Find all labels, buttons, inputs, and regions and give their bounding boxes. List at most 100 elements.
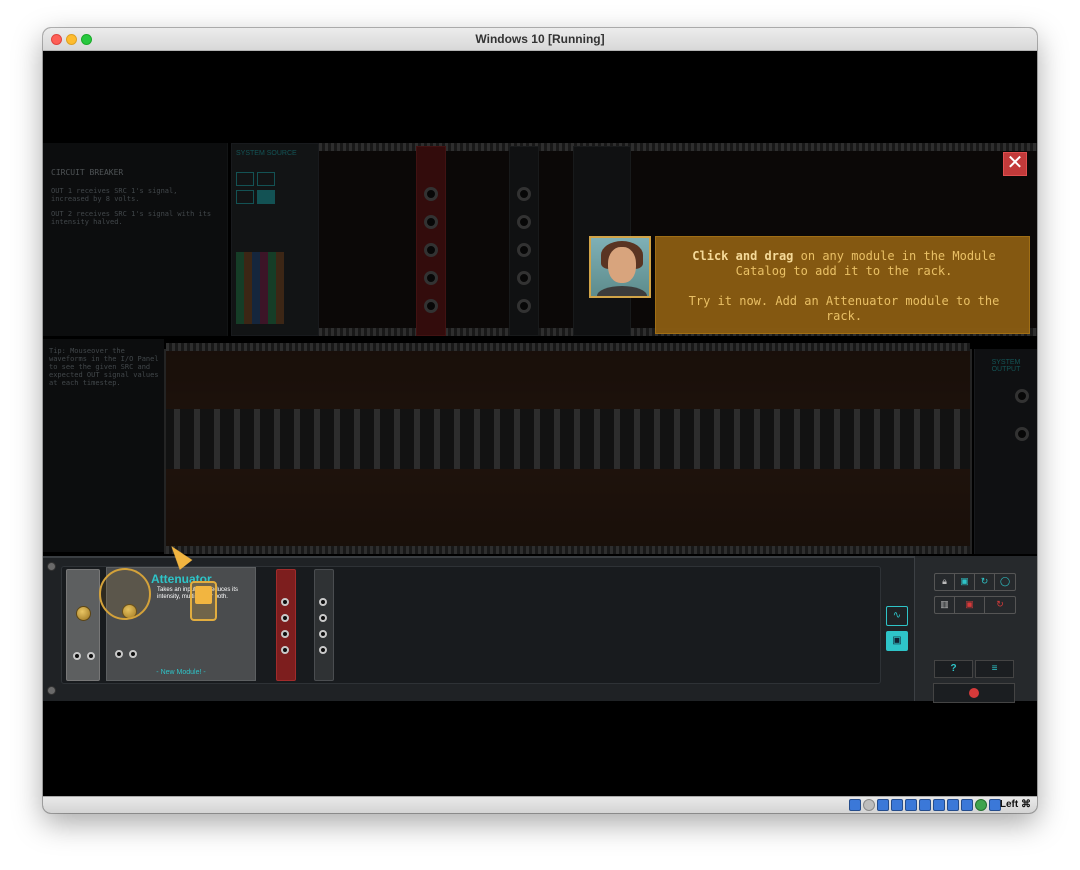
catalog-module-multiplier[interactable] — [276, 569, 296, 681]
jack — [517, 299, 531, 313]
catalog-module-bias[interactable] — [66, 569, 100, 681]
status-icons — [849, 799, 1001, 811]
vm-status-bar: Left ⌘ — [43, 796, 1037, 813]
jack — [129, 650, 137, 658]
add-cable-icon[interactable]: ↻ — [975, 574, 995, 590]
jack — [73, 652, 81, 660]
system-source-module: SYSTEM SOURCE — [231, 143, 319, 336]
jack — [517, 243, 531, 257]
catalog-module-sum[interactable] — [314, 569, 334, 681]
circuit-breaker-title: CIRCUIT BREAKER — [51, 168, 124, 177]
jack — [424, 299, 438, 313]
tutorial-text: Click and drag on any module in the Modu… — [674, 249, 1014, 324]
rack-rail — [166, 343, 970, 351]
window-title: Windows 10 [Running] — [475, 32, 605, 46]
tutorial-bold-text: Click and drag — [692, 249, 794, 263]
module-catalog: Attenuator Takes an input and reduces it… — [43, 556, 1037, 701]
jack — [517, 187, 531, 201]
trash-icon[interactable]: ▥ — [935, 597, 955, 613]
cable-color-palette — [236, 252, 284, 324]
delete-module-icon[interactable]: ▣ — [955, 597, 985, 613]
close-tutorial-button[interactable]: ✕ — [1003, 152, 1027, 176]
portrait-shoulders — [597, 286, 647, 296]
play-icon — [236, 172, 254, 186]
jack — [281, 630, 289, 638]
jack — [517, 271, 531, 285]
system-output-module: SYSTEM OUTPUT — [974, 349, 1037, 554]
control-row-top: 🔒︎ ▣ ↻ ◯ — [934, 573, 1016, 591]
lock-icon[interactable]: 🔒︎ — [935, 574, 955, 590]
shared-folder-icon[interactable] — [919, 799, 931, 811]
delete-cable-icon[interactable]: ↻ — [985, 597, 1015, 613]
jack — [87, 652, 95, 660]
game-screen: CIRCUIT BREAKER OUT 1 receives SRC 1's s… — [43, 51, 1037, 796]
screw — [47, 562, 56, 571]
add-knob-icon[interactable]: ◯ — [995, 574, 1015, 590]
tab-modules-icon[interactable]: ▣ — [886, 631, 908, 651]
guest-additions-icon[interactable] — [975, 799, 987, 811]
new-module-footer: - New Module! - — [156, 669, 206, 676]
jack — [319, 646, 327, 654]
usb-icon[interactable] — [905, 799, 917, 811]
sum-module — [509, 146, 539, 336]
guide-portrait — [589, 236, 651, 298]
circuit-breaker-line2: OUT 2 receives SRC 1's signal with its i… — [51, 210, 212, 226]
multiplier-module — [416, 146, 446, 336]
attenuator-highlight-ring — [99, 568, 151, 620]
portrait-face — [608, 247, 636, 283]
optical-drive-icon[interactable] — [863, 799, 875, 811]
tutorial-box: Click and drag on any module in the Modu… — [655, 236, 1030, 334]
catalog-tabs: ∿ ▣ — [886, 606, 910, 656]
jack — [281, 614, 289, 622]
control-row-delete: ▥ ▣ ↻ — [934, 596, 1016, 614]
step-icon — [257, 172, 275, 186]
control-row-help: ? ≡ — [934, 660, 1014, 678]
out2-jack — [1015, 427, 1029, 441]
help-button[interactable]: ? — [934, 660, 973, 678]
host-key-label: Left ⌘ — [999, 799, 1031, 810]
jack — [424, 243, 438, 257]
cpu-icon[interactable] — [961, 799, 973, 811]
tip-panel: Tip: Mouseover the waveforms in the I/O … — [43, 339, 164, 552]
hard-disk-icon[interactable] — [849, 799, 861, 811]
recording-icon[interactable] — [947, 799, 959, 811]
network-icon[interactable] — [891, 799, 903, 811]
system-source-label: SYSTEM SOURCE — [236, 150, 297, 157]
rack-busbar — [166, 409, 970, 469]
circuit-breaker-line1: OUT 1 receives SRC 1's signal, increased… — [51, 187, 178, 203]
jack — [424, 187, 438, 201]
jack — [115, 650, 123, 658]
drag-ghost — [195, 586, 212, 604]
audio-icon[interactable] — [877, 799, 889, 811]
tab-waveform-icon[interactable]: ∿ — [886, 606, 908, 626]
jack — [319, 614, 327, 622]
screw — [47, 686, 56, 695]
knob — [76, 606, 91, 621]
control-panel: 🔒︎ ▣ ↻ ◯ ▥ ▣ ↻ ? ≡ — [914, 556, 1037, 701]
title-bar: Windows 10 [Running] — [43, 28, 1037, 51]
out1-jack — [1015, 389, 1029, 403]
circuit-breaker-panel: CIRCUIT BREAKER OUT 1 receives SRC 1's s… — [43, 143, 228, 336]
tip-text: Tip: Mouseover the waveforms in the I/O … — [49, 347, 159, 387]
jack — [424, 271, 438, 285]
display-icon[interactable] — [933, 799, 945, 811]
stop-icon — [257, 190, 275, 204]
jack — [424, 215, 438, 229]
menu-button[interactable]: ≡ — [975, 660, 1014, 678]
catalog-shelf: Attenuator Takes an input and reduces it… — [61, 566, 881, 684]
jack — [319, 630, 327, 638]
pause-icon — [236, 190, 254, 204]
system-output-label: SYSTEM OUTPUT — [991, 359, 1021, 373]
jack — [319, 598, 327, 606]
jack — [517, 215, 531, 229]
record-icon — [969, 688, 979, 698]
tutorial-line2: Try it now. Add an Attenuator module to … — [688, 294, 1000, 323]
rack-rail — [166, 546, 970, 554]
main-rack — [164, 343, 972, 554]
add-module-icon[interactable]: ▣ — [955, 574, 975, 590]
record-button[interactable] — [933, 683, 1015, 703]
vm-window: Windows 10 [Running] CIRCUIT BREAKER OUT… — [43, 28, 1037, 813]
jack — [281, 598, 289, 606]
jack — [281, 646, 289, 654]
drag-target-hint — [190, 581, 217, 621]
